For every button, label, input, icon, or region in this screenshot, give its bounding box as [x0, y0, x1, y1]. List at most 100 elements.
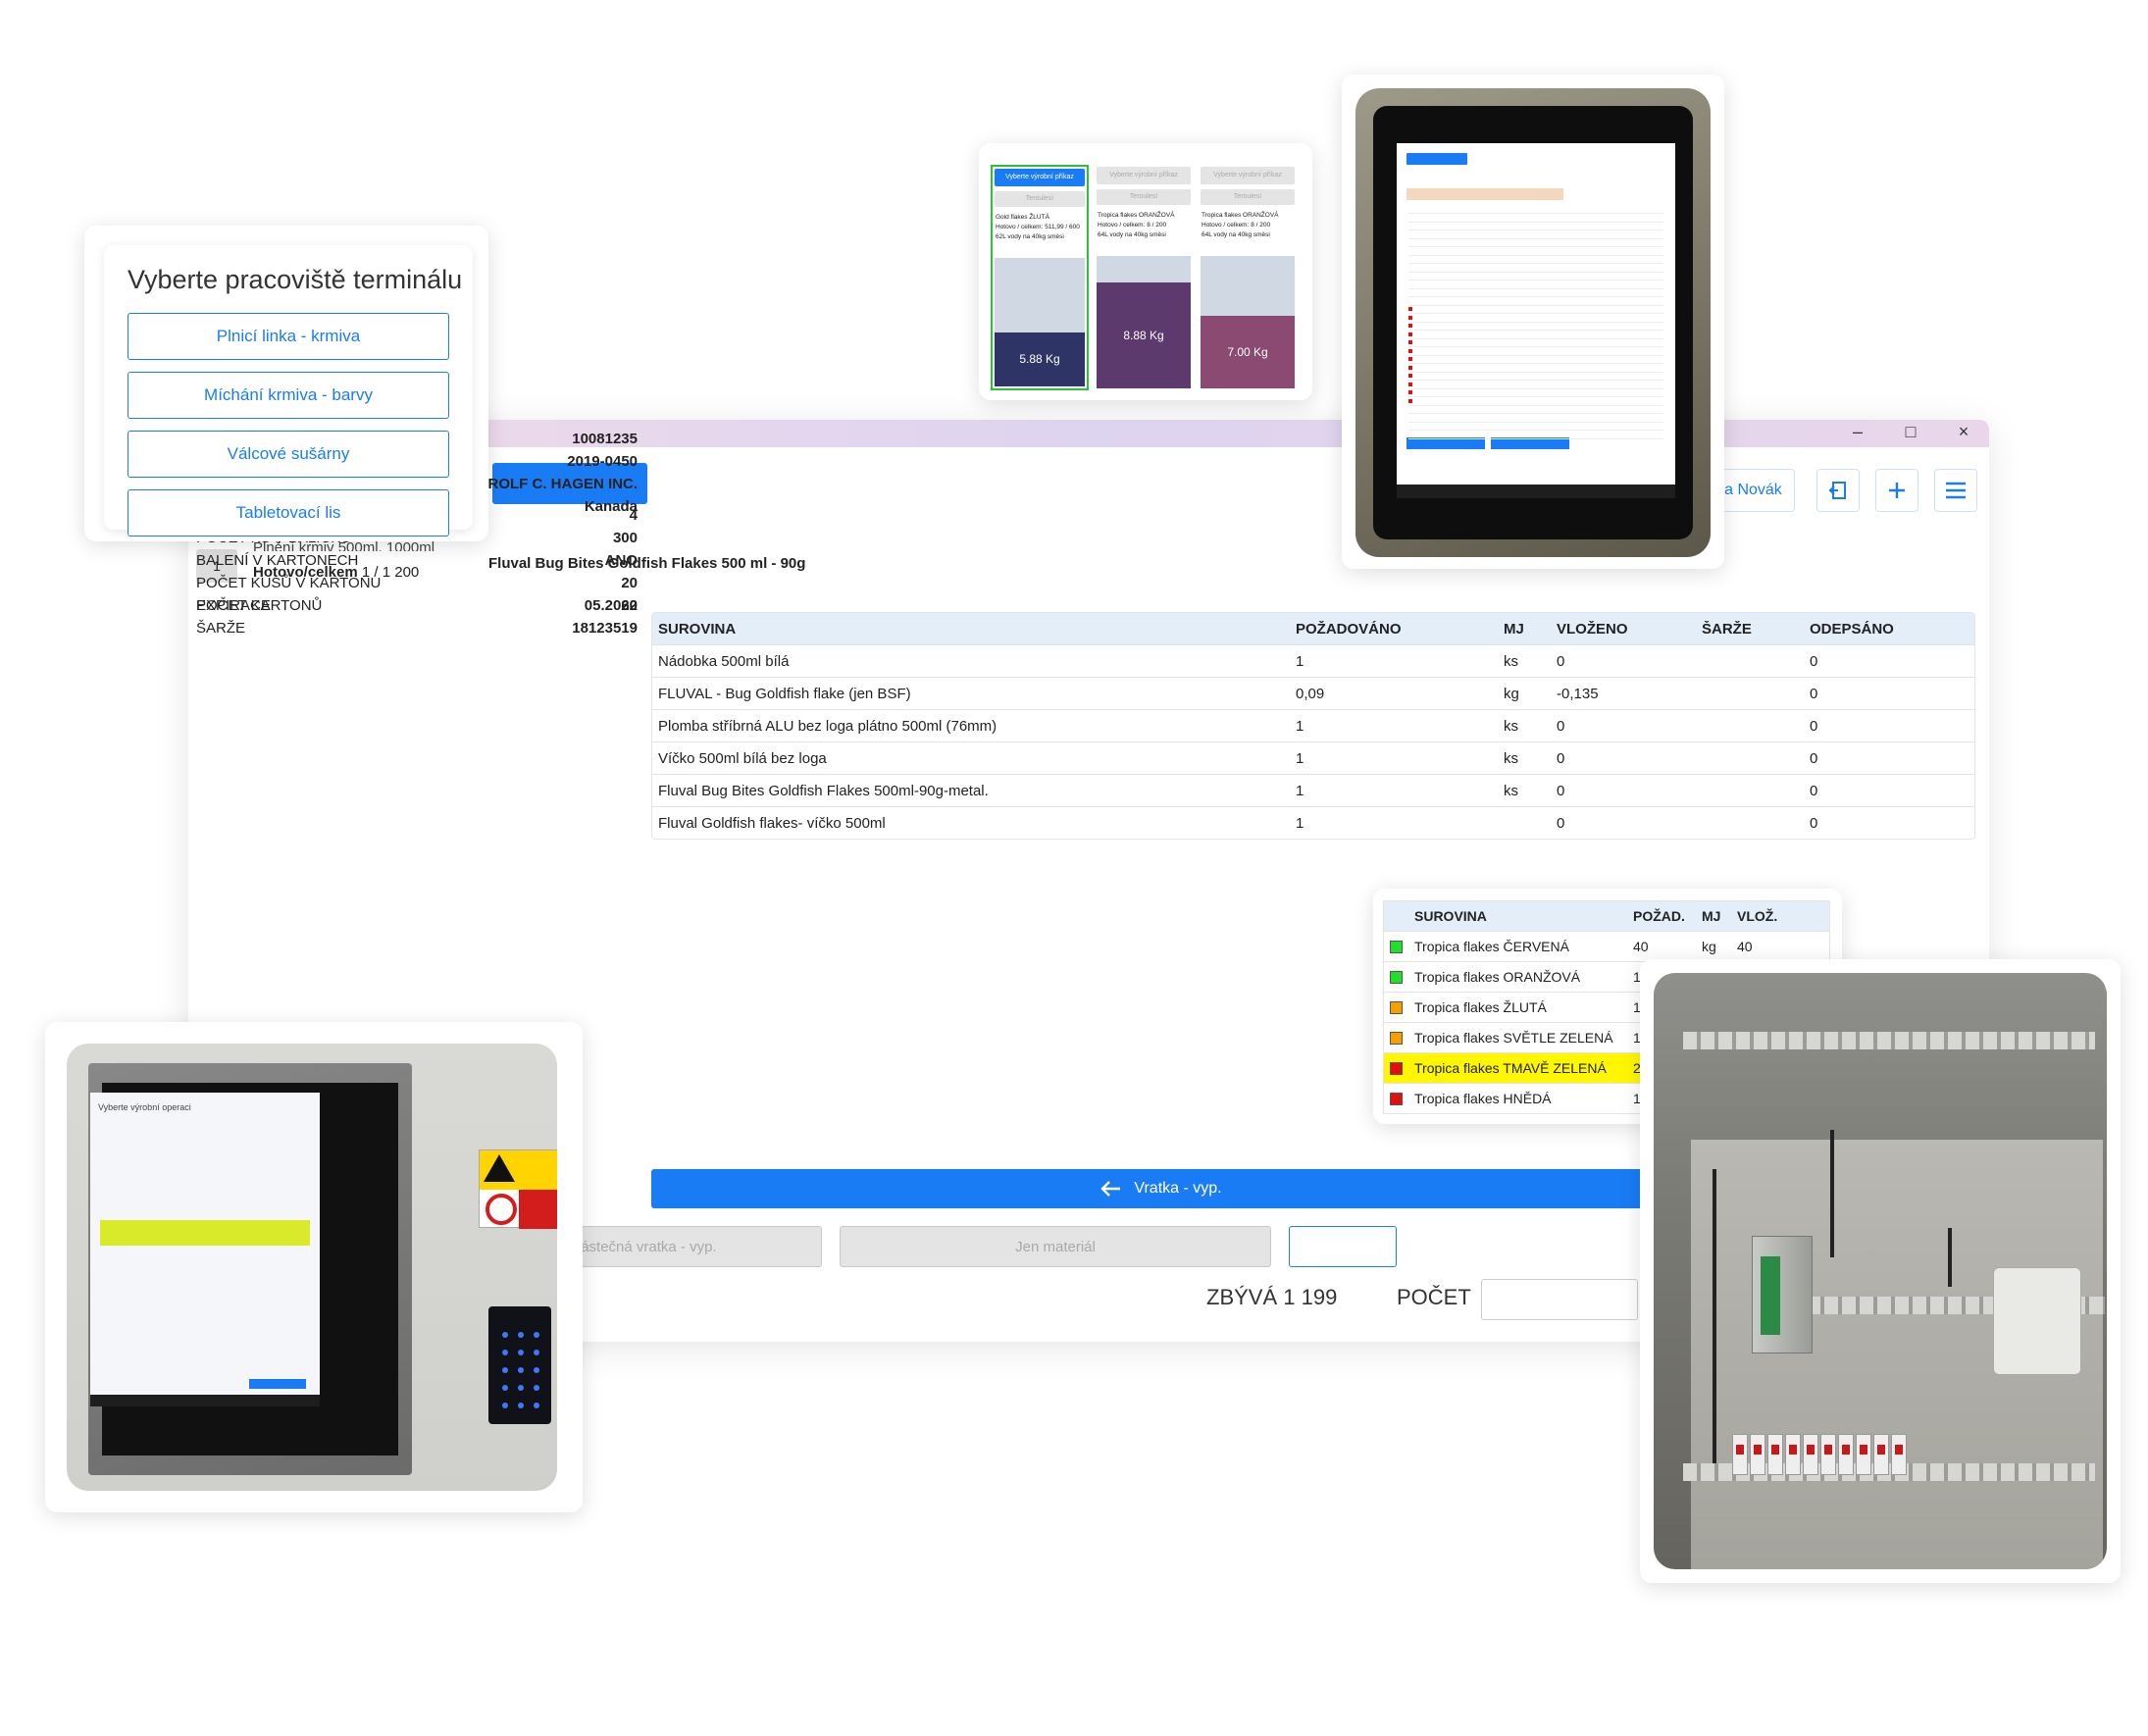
- inserted-qty: 40: [1737, 939, 1753, 954]
- select-order-button[interactable]: Vyberte výrobní příkaz: [995, 169, 1085, 186]
- operation-column[interactable]: Vyberte výrobní příkaz Teroulesí Tropica f…: [1095, 165, 1193, 390]
- secondary-button[interactable]: Teroulesí: [995, 191, 1085, 207]
- fill-level: 5.88 Kg: [995, 332, 1085, 386]
- terminal-options: Plnicí linka - krmiva Míchání krmiva - ba…: [128, 313, 449, 536]
- operation-details: Tropica flakes ORANŽOVÁ Hotovo / celkem: …: [1095, 205, 1193, 256]
- tablet-screen-row: [1408, 323, 1663, 331]
- column-header: POŽAD.: [1633, 908, 1685, 924]
- table-cell: 0: [1810, 782, 1818, 799]
- tablet-screen-row: [1408, 298, 1663, 306]
- info-label: ŠARŽE: [196, 620, 246, 637]
- select-order-button[interactable]: Vyberte výrobní příkaz: [1097, 167, 1191, 184]
- operation-column[interactable]: Vyberte výrobní příkaz Teroulesí Gold flak…: [991, 165, 1089, 390]
- warning-triangle-icon: [484, 1154, 515, 1182]
- keypad-key: [518, 1385, 524, 1391]
- wall-screen-taskbar: [90, 1395, 320, 1406]
- table-cell: 1: [1296, 652, 1304, 670]
- table-row[interactable]: Nádobka 500ml bílá 1 ks 0 0: [652, 644, 1974, 677]
- add-button[interactable]: [1875, 469, 1918, 512]
- table-cell: Nádobka 500ml bílá: [658, 652, 790, 670]
- logout-button[interactable]: [1816, 469, 1860, 512]
- logout-icon: [1828, 482, 1846, 499]
- hamburger-icon: [1946, 482, 1966, 499]
- status-square-icon: [1390, 940, 1403, 953]
- tablet-screen-row: [1408, 389, 1663, 397]
- terminal-option-button[interactable]: Plnicí linka - krmiva: [128, 313, 449, 360]
- secondary-button[interactable]: Teroulesí: [1201, 189, 1295, 205]
- status-dot-icon: [1408, 357, 1412, 361]
- keypad-key: [534, 1403, 539, 1408]
- cabinet-socket: [1993, 1267, 2081, 1375]
- table-row[interactable]: FLUVAL - Bug Goldfish flake (jen BSF) 0,0…: [652, 677, 1974, 709]
- material-name: Tropica flakes ORANŽOVÁ: [1414, 969, 1581, 985]
- print-button[interactable]: [1289, 1226, 1397, 1267]
- circuit-breaker: [1856, 1434, 1871, 1475]
- din-rail: [1683, 1032, 2095, 1049]
- operation-note: 64L vody na 40kg směsi: [1098, 231, 1166, 238]
- tablet-screen-row: [1408, 215, 1663, 223]
- table-cell: ks: [1504, 652, 1518, 670]
- operation-note: 64L vody na 40kg směsi: [1202, 231, 1270, 238]
- operation-column[interactable]: Vyberte výrobní příkaz Teroulesí Tropica f…: [1199, 165, 1297, 390]
- select-order-button[interactable]: Vyberte výrobní příkaz: [1201, 167, 1295, 184]
- fill-level: 8.88 Kg: [1097, 282, 1191, 388]
- maximize-icon[interactable]: □: [1901, 422, 1920, 442]
- secondary-button[interactable]: Teroulesí: [1097, 189, 1191, 205]
- circuit-breaker: [1767, 1434, 1783, 1475]
- table-row[interactable]: Fluval Goldfish flakes- víčko 500ml 1 0 0: [652, 806, 1974, 839]
- tablet-screen-row: [1408, 223, 1663, 230]
- close-icon[interactable]: ×: [1954, 422, 1973, 442]
- table-cell: 0: [1810, 814, 1818, 832]
- count-input[interactable]: [1481, 1279, 1638, 1320]
- electrical-cabinet-photo-card: [1640, 959, 2121, 1583]
- table-row[interactable]: Fluval Bug Bites Goldfish Flakes 500ml-9…: [652, 774, 1974, 806]
- material-name-cell: Tropica flakes SVĚTLE ZELENÁ: [1384, 1030, 1627, 1046]
- table-cell: ks: [1504, 717, 1518, 735]
- circuit-breaker: [1750, 1434, 1765, 1475]
- column-header: MJ: [1504, 620, 1524, 638]
- terminal-option-button[interactable]: Míchání krmiva - barvy: [128, 372, 449, 419]
- circuit-breaker: [1820, 1434, 1836, 1475]
- table-row[interactable]: Tropica flakes ČERVENÁ 40 kg 40: [1384, 931, 1829, 961]
- minimize-icon[interactable]: –: [1848, 422, 1867, 442]
- tablet-screen-row: [1408, 406, 1663, 414]
- table-cell: 0: [1557, 814, 1565, 832]
- table-row[interactable]: Plomba stříbrná ALU bez loga plátno 500m…: [652, 709, 1974, 741]
- keypad-key: [502, 1350, 508, 1355]
- operation-details: Tropica flakes ORANŽOVÁ Hotovo / celkem: …: [1199, 205, 1297, 256]
- column-header: POŽADOVÁNO: [1296, 620, 1402, 638]
- info-row: ŠARŽE 18123519: [196, 617, 638, 639]
- return-button[interactable]: Vratka - vyp.: [651, 1169, 1671, 1208]
- material-only-button[interactable]: Jen materiál: [840, 1226, 1271, 1267]
- tablet-screen-row: [1408, 281, 1663, 289]
- keypad-key: [534, 1367, 539, 1373]
- tablet-screen-row: [1408, 306, 1663, 314]
- tablet-screen-row: [1408, 256, 1663, 264]
- operation-progress: Hotovo / celkem: 8 / 200: [1098, 222, 1167, 229]
- keypad-key: [534, 1332, 539, 1338]
- circuit-breaker: [1838, 1434, 1854, 1475]
- column-header: SUROVINA: [658, 620, 737, 638]
- info-value: 10081235: [572, 431, 638, 447]
- table-cell: 1: [1296, 782, 1304, 799]
- table-cell: -0,135: [1557, 685, 1599, 702]
- material-name: Tropica flakes HNĚDÁ: [1414, 1091, 1552, 1106]
- table-row[interactable]: Víčko 500ml bílá bez loga 1 ks 0 0: [652, 741, 1974, 774]
- table-cell: 0: [1810, 717, 1818, 735]
- table-cell: 0: [1810, 652, 1818, 670]
- table-cell: Fluval Goldfish flakes- víčko 500ml: [658, 814, 886, 832]
- info-value: 05.2022: [584, 597, 638, 614]
- terminal-option-button[interactable]: Tabletovací lis: [128, 489, 449, 536]
- table-cell: FLUVAL - Bug Goldfish flake (jen BSF): [658, 685, 911, 702]
- status-square-icon: [1390, 1092, 1403, 1105]
- info-value: ROLF C. HAGEN INC.: [487, 476, 639, 492]
- column-header: VLOŽENO: [1557, 620, 1628, 638]
- power-supply: [1752, 1236, 1813, 1353]
- tablet-screen-row: [1408, 231, 1663, 239]
- fill-level: 7.00 Kg: [1201, 315, 1295, 388]
- tablet-screen-row: [1408, 432, 1663, 439]
- terminal-option-button[interactable]: Válcové sušárny: [128, 431, 449, 478]
- menu-button[interactable]: [1934, 469, 1977, 512]
- window-controls: – □ ×: [1848, 422, 1973, 442]
- column-header: ODEPSÁNO: [1810, 620, 1894, 638]
